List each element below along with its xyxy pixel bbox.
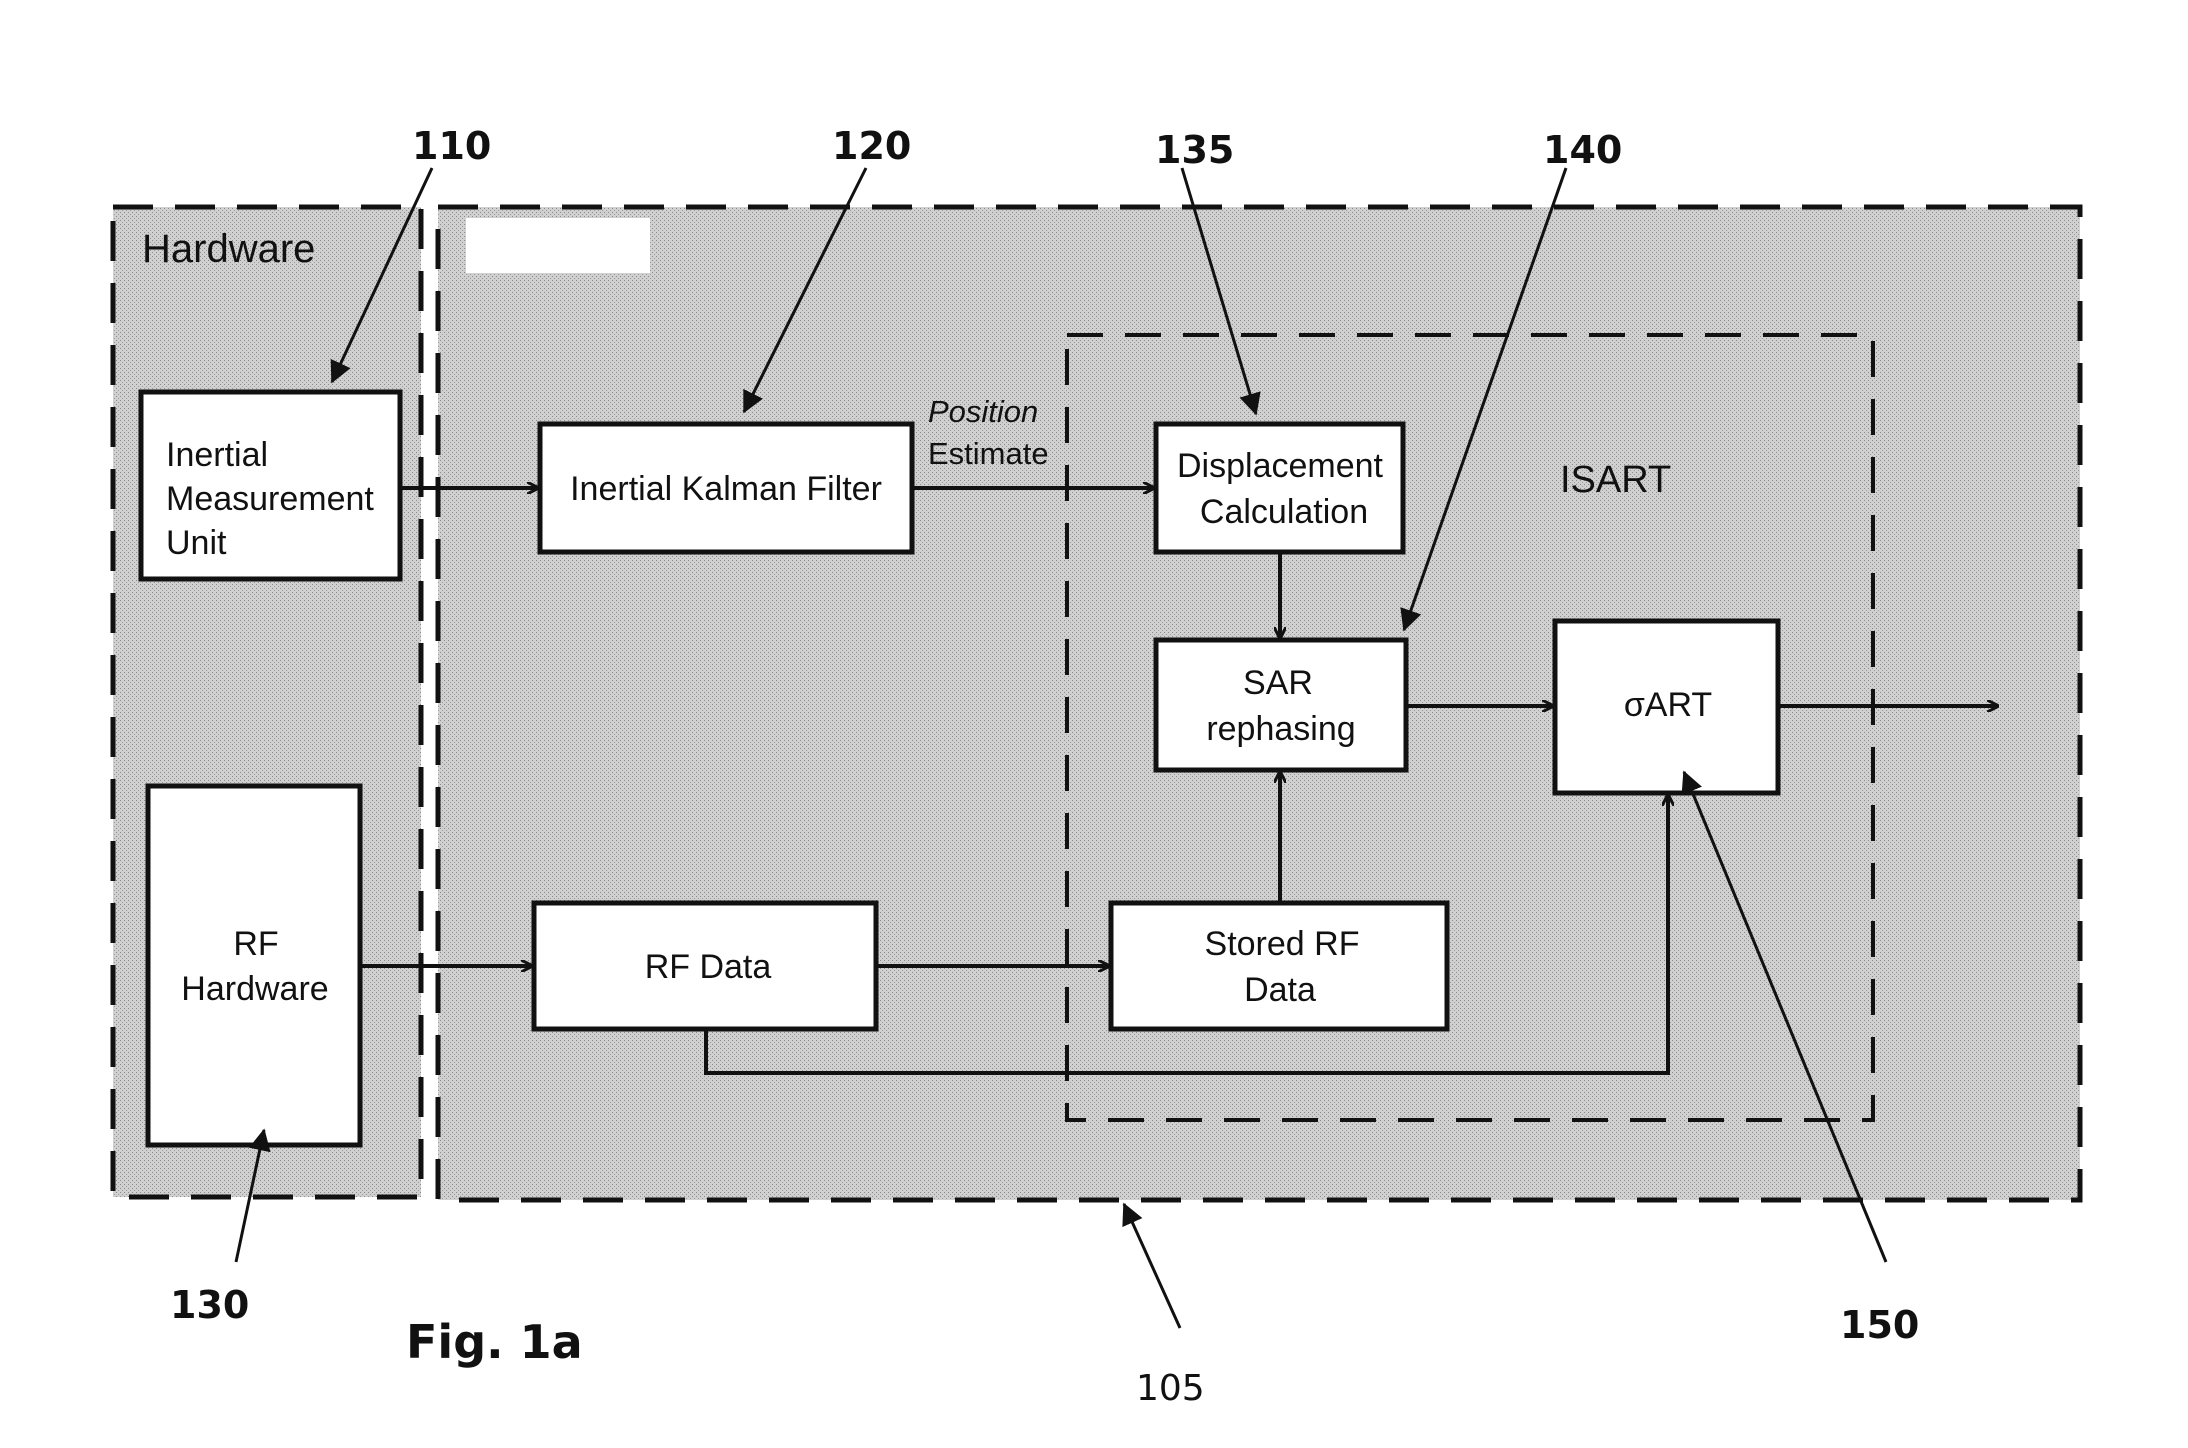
stored-rf-label-line-2: Data [1244,971,1316,1009]
block-diagram: Hardware ISART Inertial Measurement Unit… [110,124,2083,1409]
sar-label-line-2: rephasing [1206,710,1355,748]
blank-label-patch [466,218,650,273]
isart-region-label: ISART [1560,459,1671,501]
figure-caption: Fig. 1a [406,1315,583,1369]
kalman-filter-block: Inertial Kalman Filter [537,421,915,555]
ref-140: 140 [1543,128,1622,172]
sar-rephasing-block: SAR rephasing [1153,637,1409,773]
position-estimate-label-line-2: Estimate [928,436,1049,471]
sigma-art-block: σART [1552,618,1781,796]
rf-data-block: RF Data [531,900,879,1032]
displacement-label-line-1: Displacement [1177,447,1384,485]
imu-label-line-2: Measurement [166,480,374,518]
rf-hardware-label-line-2: Hardware [181,970,328,1008]
rf-hardware-label-line-1: RF [233,925,278,963]
ref-110: 110 [412,124,491,168]
imu-label-line-1: Inertial [166,436,268,474]
ref-130: 130 [170,1283,249,1327]
ref-120: 120 [832,124,911,168]
stored-rf-label-line-1: Stored RF [1205,925,1360,963]
leader-105 [1122,1202,1182,1329]
ref-135: 135 [1155,128,1234,172]
sar-label-line-1: SAR [1243,664,1313,702]
hardware-region-label: Hardware [142,227,315,271]
imu-block: Inertial Measurement Unit [138,389,403,582]
imu-label-line-3: Unit [166,524,227,562]
stored-rf-data-block: Stored RF Data [1108,900,1450,1032]
ref-105: 105 [1136,1368,1205,1409]
kalman-filter-label: Inertial Kalman Filter [570,470,882,508]
ref-150: 150 [1840,1303,1919,1347]
displacement-calculation-block: Displacement Calculation [1153,421,1406,555]
displacement-label-line-2: Calculation [1200,493,1368,531]
sigma-art-label: σART [1624,686,1712,724]
rf-hardware-block: RF Hardware [145,783,363,1148]
position-estimate-label-line-1: Position [928,394,1038,429]
rf-data-label: RF Data [645,948,772,986]
